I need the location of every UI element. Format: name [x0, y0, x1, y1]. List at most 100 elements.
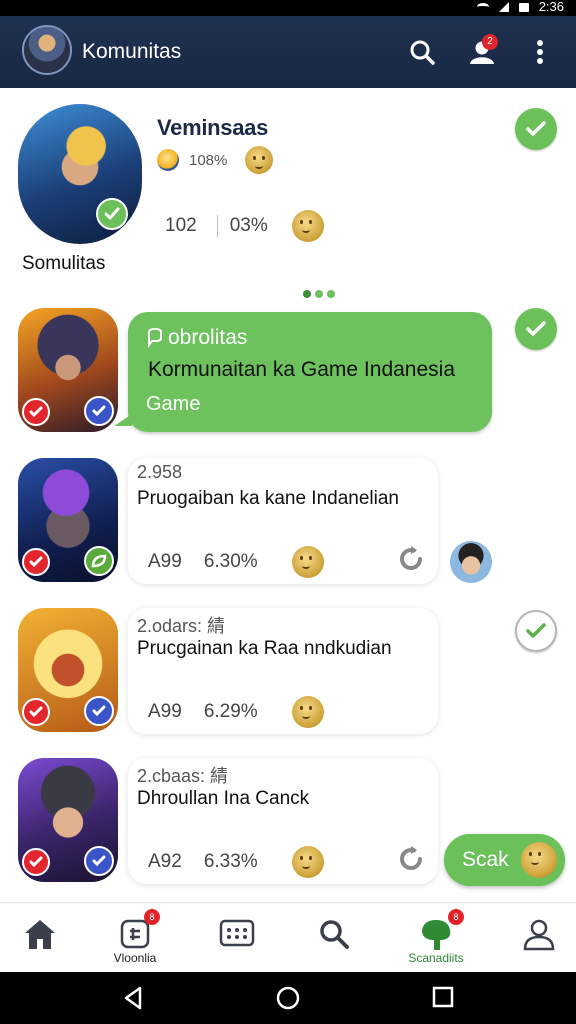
search-button[interactable]	[402, 32, 442, 72]
leaf-icon	[91, 554, 107, 568]
check-icon	[29, 406, 43, 418]
check-icon	[92, 705, 106, 717]
coin-icon	[291, 210, 324, 242]
nav-scanadiits[interactable]: 8 Scanadiits	[386, 903, 486, 973]
more-options-button[interactable]	[520, 32, 560, 72]
coin-icon	[245, 146, 274, 174]
nav-search[interactable]	[284, 903, 384, 973]
coin-icon	[291, 546, 324, 578]
featured-subtitle: Game	[146, 393, 201, 415]
check-icon	[92, 855, 106, 867]
search-icon	[410, 40, 435, 65]
check-icon	[29, 856, 43, 868]
refresh-button[interactable]	[396, 844, 426, 879]
profile-meta: 108%	[157, 146, 274, 174]
check-icon	[526, 623, 546, 638]
nav-badge: 8	[144, 909, 160, 925]
member-avatar[interactable]	[450, 541, 492, 583]
coin-icon	[291, 846, 324, 878]
user-avatar[interactable]	[22, 25, 72, 75]
badge-blue-check	[84, 396, 114, 426]
nav-badge: 8	[448, 909, 464, 925]
bottom-navigation: 8 Vloonlia 8 Scanadiits	[0, 902, 576, 972]
profile-meta-value: 108%	[189, 151, 228, 169]
check-icon	[92, 405, 106, 417]
profile-stats: 102 03%	[165, 210, 324, 242]
nav-label: Vloonlia	[113, 951, 157, 965]
badge-red-check	[22, 698, 50, 726]
item-stat-1: A99	[148, 701, 182, 722]
coin-icon	[521, 842, 557, 878]
item-stats: A99 6.30%	[148, 546, 324, 578]
status-time: 2:36	[538, 0, 564, 14]
item-stat-1: A99	[148, 551, 182, 572]
item-avatar[interactable]	[18, 608, 118, 732]
item-title: Pruogaiban ka kane Indanelian	[137, 488, 399, 509]
featured-check-button[interactable]	[515, 308, 557, 350]
profile-stat-2: 03%	[229, 215, 268, 236]
profile-icon	[523, 919, 555, 951]
list-item[interactable]: 2.958 Pruogaiban ka kane Indanelian A99 …	[128, 458, 438, 584]
verified-badge	[96, 198, 128, 230]
item-stat-2: 6.30%	[203, 551, 258, 572]
item-stats: A92 6.33%	[148, 846, 324, 878]
home-button-icon[interactable]	[276, 986, 300, 1010]
item-stats: A99 6.29%	[148, 696, 324, 728]
featured-tag-label: obrolitas	[168, 326, 248, 349]
nav-label: Scanadiits	[408, 951, 464, 965]
nav-vloonlia[interactable]: 8 Vloonlia	[85, 903, 185, 973]
follow-check-button[interactable]	[515, 108, 557, 150]
page-dot	[303, 290, 311, 298]
notifications-button[interactable]: 2	[462, 32, 502, 72]
list-item[interactable]: 2.odars: 綪 Prucgainan ka Raa nndkudian A…	[128, 608, 438, 734]
nav-profile[interactable]	[489, 903, 576, 973]
app-bar: Komunitas 2	[0, 16, 576, 88]
profile-stat-1: 102	[165, 215, 197, 236]
recents-icon[interactable]	[432, 986, 454, 1008]
system-navigation	[0, 972, 576, 1024]
item-count: 2.958	[137, 462, 183, 482]
item-count: 2.odars: 綪	[137, 616, 226, 636]
profile-name: Veminsaas	[157, 115, 269, 140]
scan-fab-button[interactable]: Scak	[444, 834, 565, 886]
badge-red-check	[22, 548, 50, 576]
chat-tag-icon	[148, 328, 162, 348]
featured-title: Kormunaitan ka Game Indanesia	[148, 358, 456, 381]
more-vert-icon	[537, 40, 543, 64]
item-check-button[interactable]	[515, 610, 557, 652]
signal-icon	[498, 2, 509, 12]
refresh-button[interactable]	[396, 544, 426, 579]
profile-avatar[interactable]	[18, 104, 142, 244]
badge-red-check	[22, 848, 50, 876]
item-avatar	[18, 308, 118, 432]
check-icon	[104, 207, 120, 220]
page-indicator	[303, 290, 335, 298]
game-coin-icon	[157, 149, 179, 171]
badge-blue-check	[84, 696, 114, 726]
item-stat-2: 6.33%	[203, 851, 258, 872]
coin-icon	[291, 696, 324, 728]
item-count: 2.cbaas: 綪	[137, 766, 229, 786]
item-avatar[interactable]	[18, 758, 118, 882]
nav-chat[interactable]	[187, 903, 287, 973]
list-item[interactable]: 2.cbaas: 綪 Dhroullan Ina Canck A92 6.33%	[128, 758, 438, 884]
refresh-icon	[400, 846, 422, 870]
check-icon	[29, 706, 43, 718]
status-bar: 2:36	[0, 0, 576, 16]
chat-icon	[219, 919, 255, 947]
item-title: Dhroullan Ina Canck	[137, 788, 310, 809]
badge-red-check	[22, 398, 50, 426]
stat-divider	[216, 215, 218, 237]
featured-bubble[interactable]: obrolitas Kormunaitan ka Game Indanesia …	[114, 312, 492, 432]
page-dot	[327, 290, 335, 298]
back-icon[interactable]	[122, 986, 144, 1010]
badge-blue-check	[84, 846, 114, 876]
item-avatar[interactable]	[18, 458, 118, 582]
nav-home[interactable]	[0, 903, 90, 973]
item-stat-2: 6.29%	[203, 701, 258, 722]
app-title: Komunitas	[82, 40, 182, 63]
item-title: Prucgainan ka Raa nndkudian	[137, 638, 392, 659]
featured-tag: obrolitas	[146, 326, 247, 350]
search-icon	[320, 920, 349, 949]
item-stat-1: A92	[148, 851, 182, 872]
